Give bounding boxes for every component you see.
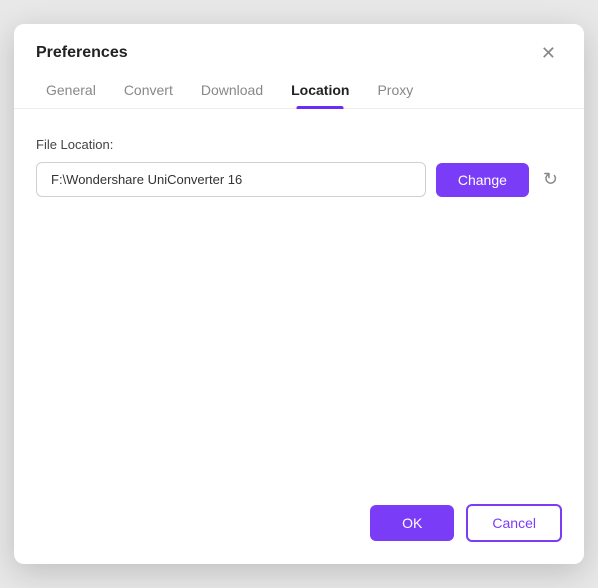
close-button[interactable]: ✕: [535, 42, 562, 64]
dialog-footer: OK Cancel: [14, 488, 584, 564]
cancel-button[interactable]: Cancel: [466, 504, 562, 542]
preferences-dialog: Preferences ✕ General Convert Download L…: [14, 24, 584, 564]
change-button[interactable]: Change: [436, 163, 529, 197]
tab-location[interactable]: Location: [281, 74, 359, 108]
dialog-title: Preferences: [36, 44, 128, 62]
file-location-label: File Location:: [36, 137, 562, 152]
ok-button[interactable]: OK: [370, 505, 454, 541]
tab-general[interactable]: General: [36, 74, 106, 108]
dialog-header: Preferences ✕: [14, 24, 584, 64]
file-location-row: Change ↻: [36, 162, 562, 197]
refresh-button[interactable]: ↻: [539, 165, 562, 194]
file-location-input[interactable]: [36, 162, 426, 197]
dialog-body: File Location: Change ↻: [14, 109, 584, 488]
tab-download[interactable]: Download: [191, 74, 273, 108]
tab-convert[interactable]: Convert: [114, 74, 183, 108]
tab-proxy[interactable]: Proxy: [367, 74, 423, 108]
tab-bar: General Convert Download Location Proxy: [14, 64, 584, 109]
